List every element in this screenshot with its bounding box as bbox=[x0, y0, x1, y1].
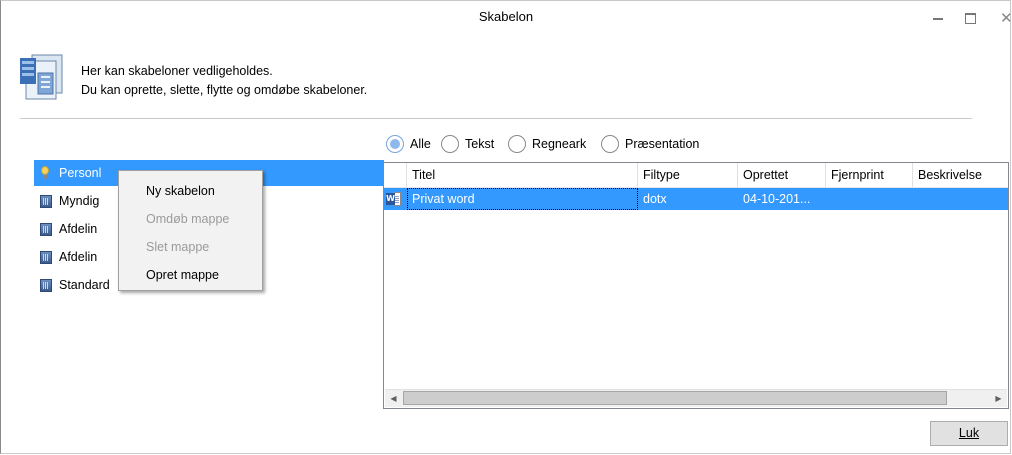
filter-label-alle: Alle bbox=[410, 137, 431, 151]
filter-label-praesentation: Præsentation bbox=[625, 137, 700, 151]
column-header-filtype[interactable]: Filtype bbox=[638, 163, 738, 187]
grid-header-icon-col bbox=[384, 163, 407, 187]
window-title: Skabelon bbox=[478, 9, 534, 24]
table-row[interactable]: W Privat word dotx 04-10-201... bbox=[384, 188, 1008, 210]
context-menu: Ny skabelon Omdøb mappe Slet mappe Opret… bbox=[118, 170, 263, 291]
tree-item-label: Personl bbox=[59, 166, 102, 180]
column-header-fjernprint[interactable]: Fjernprint bbox=[826, 163, 913, 187]
word-document-icon: W bbox=[386, 192, 402, 206]
scroll-right-icon[interactable]: ▶ bbox=[990, 390, 1007, 407]
templates-grid[interactable]: Titel Filtype Oprettet Fjernprint Beskri… bbox=[383, 162, 1009, 409]
cell-filtype[interactable]: dotx bbox=[638, 188, 738, 210]
scroll-left-icon[interactable]: ◀ bbox=[385, 390, 402, 407]
menu-item-ny-skabelon[interactable]: Ny skabelon bbox=[146, 181, 256, 201]
minimize-button[interactable] bbox=[932, 10, 944, 22]
bulb-icon bbox=[40, 166, 50, 180]
tree-item-label: Afdelin bbox=[59, 250, 98, 264]
cell-fjernprint[interactable] bbox=[826, 188, 913, 210]
grid-header: Titel Filtype Oprettet Fjernprint Beskri… bbox=[384, 163, 1008, 188]
radio-icon bbox=[441, 135, 459, 153]
filter-label-regneark: Regneark bbox=[532, 137, 587, 151]
column-header-beskrivelse[interactable]: Beskrivelse bbox=[913, 163, 1008, 187]
column-header-titel[interactable]: Titel bbox=[407, 163, 638, 187]
filter-radio-praesentation[interactable]: Præsentation bbox=[601, 133, 699, 155]
building-icon bbox=[40, 278, 52, 292]
filter-radio-alle[interactable]: Alle bbox=[386, 133, 431, 155]
radio-icon bbox=[601, 135, 619, 153]
header-separator bbox=[20, 118, 972, 119]
menu-item-opret-mappe[interactable]: Opret mappe bbox=[146, 265, 256, 285]
cell-titel[interactable]: Privat word bbox=[407, 188, 638, 210]
column-header-oprettet[interactable]: Oprettet bbox=[738, 163, 826, 187]
cell-oprettet[interactable]: 04-10-201... bbox=[738, 188, 826, 210]
header-line-1: Her kan skabeloner vedligeholdes. bbox=[81, 64, 273, 78]
radio-selected-icon bbox=[386, 135, 404, 153]
header-line-2: Du kan oprette, slette, flytte og omdøbe… bbox=[81, 83, 368, 97]
menu-item-omdoeb-mappe[interactable]: Omdøb mappe bbox=[146, 209, 256, 229]
building-icon bbox=[40, 250, 52, 264]
horizontal-scrollbar[interactable]: ◀ ▶ bbox=[385, 389, 1007, 407]
tree-item-label: Afdelin bbox=[59, 222, 98, 236]
templates-icon bbox=[20, 54, 63, 100]
cell-beskrivelse[interactable] bbox=[913, 188, 1008, 210]
maximize-button[interactable] bbox=[965, 13, 976, 24]
building-icon bbox=[40, 222, 52, 236]
tree-item-label: Standard bbox=[59, 278, 110, 292]
filter-label-tekst: Tekst bbox=[465, 137, 495, 151]
tree-item-label: Myndig bbox=[59, 194, 100, 208]
close-button-label: Luk bbox=[958, 426, 980, 440]
scrollbar-thumb[interactable] bbox=[403, 391, 947, 405]
close-button[interactable]: Luk bbox=[930, 421, 1008, 446]
menu-item-slet-mappe[interactable]: Slet mappe bbox=[146, 237, 256, 257]
close-window-button[interactable]: ✕ bbox=[1000, 9, 1012, 27]
header-description: Her kan skabeloner vedligeholdes. Du kan… bbox=[81, 62, 367, 100]
filter-radio-tekst[interactable]: Tekst bbox=[441, 133, 494, 155]
filter-radio-regneark[interactable]: Regneark bbox=[508, 133, 586, 155]
building-icon bbox=[40, 194, 52, 208]
radio-icon bbox=[508, 135, 526, 153]
